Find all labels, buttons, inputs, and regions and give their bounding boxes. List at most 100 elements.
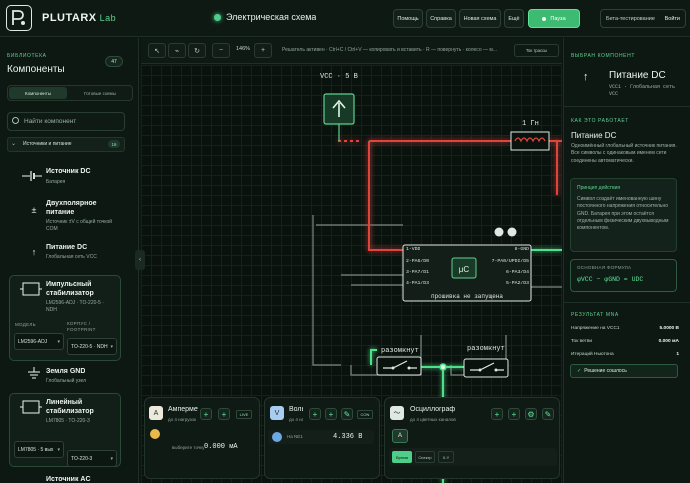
voltmeter-add-button[interactable]: + xyxy=(309,408,321,420)
library-title: Компоненты xyxy=(7,64,65,75)
ammeter-pick: выберите точку xyxy=(172,445,205,450)
bipolar-supply-icon: ± xyxy=(31,205,37,215)
ammeter-live-badge: LIVE xyxy=(236,410,252,419)
buck-model-select[interactable]: LM2596-ADJ ▾ xyxy=(14,333,64,350)
probe-marker-icon xyxy=(272,432,282,442)
chevron-down-icon: ▾ xyxy=(110,343,113,350)
result-row-current: Ток ветви 0.000 мА xyxy=(571,339,679,344)
chip-pin-r1: 8-GND xyxy=(514,247,529,252)
switch-1[interactable] xyxy=(376,356,422,376)
pause-button[interactable]: Пауза xyxy=(528,9,580,28)
scope-add-channel-button[interactable]: + xyxy=(508,408,520,420)
zoom-out-button[interactable]: − xyxy=(212,43,230,58)
wire-tool-button[interactable]: ⌁ xyxy=(168,43,186,58)
plus-icon: + xyxy=(494,409,500,419)
more-button[interactable]: Ещё xyxy=(504,9,524,28)
cursor-icon: ↖ xyxy=(154,47,160,55)
how-title: Питание DC xyxy=(571,131,617,140)
select-tool-button[interactable]: ↖ xyxy=(148,43,166,58)
linear-package-select[interactable]: TO-220-3 ▾ xyxy=(67,450,117,467)
zoom-in-button[interactable]: + xyxy=(254,43,272,58)
beta-banner: Бета-тестирование Войти xyxy=(600,9,686,28)
chip-badge-icon xyxy=(494,227,504,237)
scope-channel-a[interactable]: A xyxy=(392,429,408,443)
ammeter-add-button[interactable]: + xyxy=(200,408,212,420)
arrow-up-icon: ↑ xyxy=(31,247,37,257)
selected-component-sub: VCC1 · Глобальная сеть VCC xyxy=(609,84,676,97)
scope-tab-xy[interactable]: X-Y xyxy=(438,451,454,463)
ammeter-icon: A xyxy=(149,406,163,420)
search-icon xyxy=(12,117,19,124)
component-dc-power-sub: Глобальная сеть VCC xyxy=(46,254,97,260)
inductor-label: 1 Гн xyxy=(522,120,539,128)
scope-tab-spectrum[interactable]: Спектр xyxy=(415,451,435,463)
plus-icon: + xyxy=(203,409,209,419)
regulator-icon xyxy=(20,282,42,296)
chip-pin-l3: 3-PA7/D1 xyxy=(406,270,430,275)
voltmeter-add-probe-button[interactable]: + xyxy=(325,408,337,420)
ammeter-add-probe-button[interactable]: + xyxy=(218,408,230,420)
document-title: Электрическая схема xyxy=(226,12,317,22)
component-dc-source-sub: Батарея xyxy=(46,179,66,185)
principle-title: Принцип действия xyxy=(577,185,621,191)
voltmeter-probe-button[interactable]: ✎ xyxy=(341,408,353,420)
plus-icon: + xyxy=(511,409,517,419)
voltmeter-icon: V xyxy=(270,406,284,420)
scope-probe-button[interactable]: ✎ xyxy=(542,408,554,420)
voltmeter-con-badge: CON xyxy=(357,410,373,419)
oscilloscope-icon: 〜 xyxy=(390,406,404,420)
component-dc-power[interactable]: Питание DC xyxy=(46,244,87,251)
chip-pin-r4: 5-PA2/D3 xyxy=(505,281,529,286)
switch-2-label: разомкнут xyxy=(467,345,505,353)
voltmeter-sub: до 4 нагрузок xyxy=(289,417,303,422)
voltmeter-value: 4.336 В xyxy=(333,433,363,441)
tab-components[interactable]: Компоненты xyxy=(9,87,67,99)
chevron-down-icon: ⌄ xyxy=(11,141,17,147)
chip-pin-r3: 6-PA3/D4 xyxy=(505,270,529,275)
component-ground[interactable]: Земля GND xyxy=(46,368,85,375)
oscilloscope-title: Осциллограф xyxy=(410,406,456,413)
inductor-symbol[interactable] xyxy=(510,131,550,151)
plus-icon: + xyxy=(312,409,318,419)
wire-gray-left xyxy=(312,215,341,366)
component-buck-regulator[interactable]: Импульсный стабилизатор xyxy=(46,280,118,299)
linear-model-select[interactable]: LM7805 · 5 вых ▾ xyxy=(14,441,64,458)
formula-title: ОСНОВНАЯ ФОРМУЛА xyxy=(577,265,632,270)
chip-pin-l2: 2-PA6/D0 xyxy=(406,259,430,264)
library-caption: БИБЛИОТЕКА xyxy=(7,53,47,59)
collapse-sidebar-handle[interactable]: ‹ xyxy=(135,250,145,270)
component-linear-regulator[interactable]: Линейный стабилизатор xyxy=(46,398,118,417)
chevron-left-icon: ‹ xyxy=(139,257,141,263)
chip-pin-l4: 4-PA1/D3 xyxy=(406,281,430,286)
package-label: КОРПУС / FOOTPRINT xyxy=(67,321,96,332)
tab-ready-schemes[interactable]: Готовые схемы xyxy=(70,87,130,99)
buck-package-select[interactable]: TO-220-5 · NDH ▾ xyxy=(67,338,117,355)
minus-icon: − xyxy=(218,47,224,54)
login-link[interactable]: Войти xyxy=(665,16,680,22)
chip-pin-l1: 1-VDD xyxy=(406,247,421,252)
chevron-down-icon: ▾ xyxy=(57,338,60,345)
component-bipolar-supply[interactable]: Двухполярное питание xyxy=(46,199,126,218)
result-row-iterations: Итераций Ньютона 1 xyxy=(571,352,679,357)
search-input[interactable] xyxy=(24,114,120,129)
vcc-label: VCC · 5 В xyxy=(320,73,358,81)
junction-node[interactable] xyxy=(439,363,447,371)
help-button[interactable]: Помощь xyxy=(393,9,423,28)
trace-current-toggle[interactable]: Ток трассы xyxy=(514,44,559,57)
switch-1-label: разомкнут xyxy=(381,347,419,355)
scope-tab-time[interactable]: Время xyxy=(392,451,412,463)
ground-icon xyxy=(26,367,42,381)
rotate-button[interactable]: ↻ xyxy=(188,43,206,58)
library-count-badge: 47 xyxy=(105,56,123,67)
wire-green-sw1 xyxy=(370,349,377,365)
component-ac-source[interactable]: Источник AC xyxy=(46,476,91,483)
scope-settings-button[interactable]: ⚙ xyxy=(525,408,537,420)
new-scheme-button[interactable]: Новая схема xyxy=(459,9,501,28)
voltmeter-net: На NE1 xyxy=(287,434,303,439)
chevron-down-icon: ▾ xyxy=(57,446,60,453)
oscilloscope-sub: до 4 цветных каналов xyxy=(410,417,456,422)
scope-add-button[interactable]: + xyxy=(491,408,503,420)
reference-button[interactable]: Справка xyxy=(426,9,456,28)
switch-2[interactable] xyxy=(463,358,509,378)
component-dc-source[interactable]: Источник DC xyxy=(46,168,91,175)
